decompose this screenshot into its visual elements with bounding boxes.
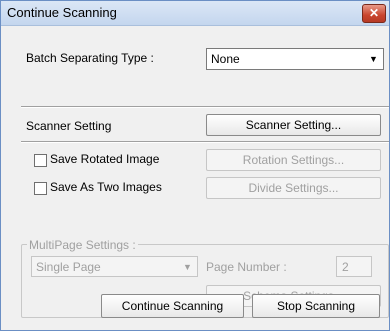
continue-scanning-dialog: Continue Scanning ✕ Batch Separating Typ… <box>0 0 390 331</box>
multipage-mode-value: Single Page <box>36 260 101 274</box>
title-bar: Continue Scanning ✕ <box>1 1 389 26</box>
page-number-input[interactable]: 2 <box>336 256 372 277</box>
rotation-settings-button[interactable]: Rotation Settings... <box>206 149 381 171</box>
batch-separating-type-label: Batch Separating Type : <box>26 51 154 65</box>
window-title: Continue Scanning <box>7 5 117 20</box>
chevron-down-icon: ▼ <box>369 54 378 64</box>
divide-settings-button[interactable]: Divide Settings... <box>206 177 381 199</box>
page-number-value: 2 <box>342 260 349 274</box>
divider <box>21 106 389 108</box>
multipage-settings-legend: MultiPage Settings : <box>27 238 138 252</box>
divider <box>21 141 389 143</box>
save-rotated-image-checkbox[interactable] <box>34 154 47 167</box>
scanner-setting-label: Scanner Setting <box>26 119 112 133</box>
batch-separating-type-value: None <box>211 52 240 66</box>
stop-scanning-button[interactable]: Stop Scanning <box>252 294 380 318</box>
page-number-label: Page Number : <box>206 260 287 274</box>
continue-scanning-button[interactable]: Continue Scanning <box>101 294 244 318</box>
close-icon: ✕ <box>368 6 380 20</box>
batch-separating-type-select[interactable]: None ▼ <box>206 48 384 70</box>
multipage-mode-select[interactable]: Single Page ▼ <box>31 256 198 277</box>
close-button[interactable]: ✕ <box>362 4 386 23</box>
save-rotated-image-label: Save Rotated Image <box>50 152 160 166</box>
scanner-setting-button[interactable]: Scanner Setting... <box>206 114 381 136</box>
save-as-two-images-checkbox[interactable] <box>34 182 47 195</box>
save-as-two-images-label: Save As Two Images <box>50 180 162 194</box>
chevron-down-icon: ▼ <box>183 262 192 272</box>
